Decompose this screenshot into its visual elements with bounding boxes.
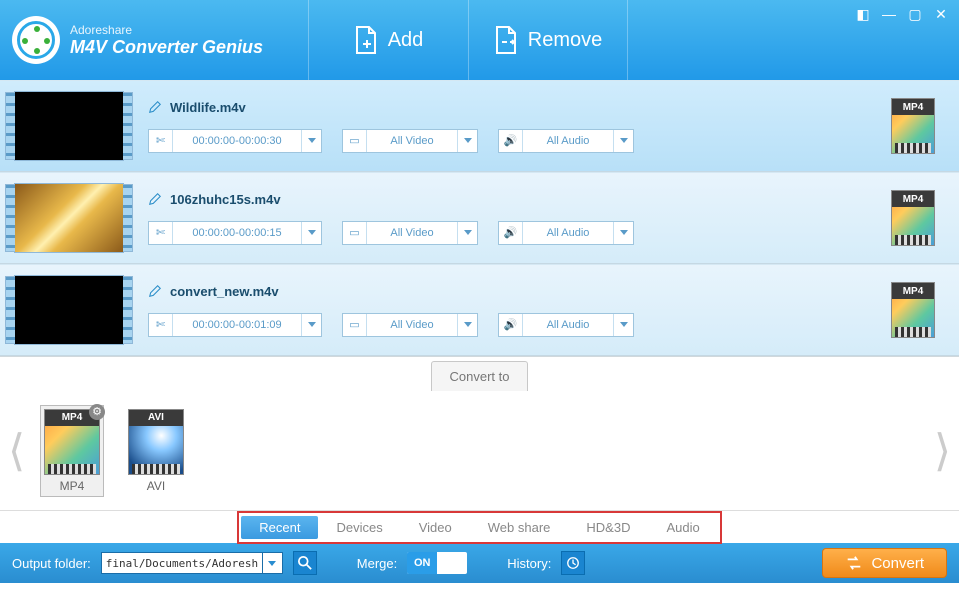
trim-range[interactable]: ✄ 00:00:00-00:00:30 — [148, 129, 322, 153]
app-header: Adoreshare M4V Converter Genius Add Remo… — [0, 0, 959, 80]
add-button-label: Add — [388, 29, 424, 52]
file-name: convert_new.m4v — [170, 284, 279, 299]
edit-icon[interactable] — [148, 284, 162, 298]
trim-range[interactable]: ✄ 00:00:00-00:00:15 — [148, 221, 322, 245]
scissors-icon: ✄ — [149, 222, 173, 244]
output-format-badge[interactable]: MP4 — [891, 98, 935, 154]
audio-dropdown[interactable] — [613, 314, 633, 336]
file-thumbnail[interactable] — [14, 91, 124, 161]
history-label: History: — [507, 556, 551, 571]
video-icon: ▭ — [343, 314, 367, 336]
video-track-select[interactable]: ▭ All Video — [342, 313, 478, 337]
category-tabs: Recent Devices Video Web share HD&3D Aud… — [0, 511, 959, 543]
brand-area: Adoreshare M4V Converter Genius — [0, 16, 308, 64]
footer-bar: Output folder: Merge: ON History: Conver… — [0, 543, 959, 583]
trim-dropdown[interactable] — [301, 314, 321, 336]
scissors-icon: ✄ — [149, 314, 173, 336]
audio-dropdown[interactable] — [613, 130, 633, 152]
tab-webshare[interactable]: Web share — [470, 516, 569, 539]
search-icon — [298, 556, 312, 570]
merge-toggle[interactable]: ON — [407, 552, 467, 574]
format-option-avi[interactable]: AVI AVI — [128, 409, 184, 493]
file-item[interactable]: 106zhuhc15s.m4v ✄ 00:00:00-00:00:15 ▭ Al… — [0, 172, 959, 264]
audio-icon: 🔊 — [499, 130, 523, 152]
minimize-icon[interactable]: — — [881, 6, 897, 22]
clock-icon — [566, 556, 580, 570]
merge-label: Merge: — [357, 556, 397, 571]
file-list: Wildlife.m4v ✄ 00:00:00-00:00:30 ▭ All V… — [0, 80, 959, 357]
video-icon: ▭ — [343, 222, 367, 244]
audio-track-select[interactable]: 🔊 All Audio — [498, 313, 634, 337]
edit-icon[interactable] — [148, 192, 162, 206]
remove-button-label: Remove — [528, 29, 602, 52]
tabs-highlight-box: Recent Devices Video Web share HD&3D Aud… — [237, 511, 721, 544]
video-dropdown[interactable] — [457, 222, 477, 244]
output-format-badge[interactable]: MP4 — [891, 282, 935, 338]
format-label: MP4 — [60, 479, 85, 493]
add-button[interactable]: Add — [308, 0, 468, 80]
video-icon: ▭ — [343, 130, 367, 152]
app-logo-icon — [12, 16, 60, 64]
brand-product: M4V Converter Genius — [70, 37, 263, 58]
maximize-icon[interactable]: ▢ — [907, 6, 923, 22]
scissors-icon: ✄ — [149, 130, 173, 152]
file-item[interactable]: Wildlife.m4v ✄ 00:00:00-00:00:30 ▭ All V… — [0, 80, 959, 172]
edit-icon[interactable] — [148, 100, 162, 114]
video-dropdown[interactable] — [457, 130, 477, 152]
audio-dropdown[interactable] — [613, 222, 633, 244]
output-folder-label: Output folder: — [12, 556, 91, 571]
convert-icon — [845, 554, 863, 572]
remove-file-icon — [494, 26, 518, 54]
trim-dropdown[interactable] — [301, 222, 321, 244]
tab-recent[interactable]: Recent — [241, 516, 318, 539]
feedback-icon[interactable]: ◧ — [855, 6, 871, 22]
video-dropdown[interactable] — [457, 314, 477, 336]
trim-range[interactable]: ✄ 00:00:00-00:01:09 — [148, 313, 322, 337]
audio-icon: 🔊 — [499, 222, 523, 244]
convert-to-bar: Convert to — [0, 357, 959, 391]
close-icon[interactable]: ✕ — [933, 6, 949, 22]
scroll-left-icon[interactable]: ⟨ — [8, 425, 25, 476]
brand-company: Adoreshare — [70, 23, 263, 37]
file-thumbnail[interactable] — [14, 275, 124, 345]
window-controls: ◧ — ▢ ✕ — [855, 6, 949, 22]
tab-video[interactable]: Video — [401, 516, 470, 539]
tab-devices[interactable]: Devices — [318, 516, 400, 539]
history-button[interactable] — [561, 551, 585, 575]
output-folder-dropdown[interactable] — [263, 552, 283, 574]
video-track-select[interactable]: ▭ All Video — [342, 129, 478, 153]
scroll-right-icon[interactable]: ⟩ — [934, 425, 951, 476]
convert-button[interactable]: Convert — [822, 548, 947, 578]
video-track-select[interactable]: ▭ All Video — [342, 221, 478, 245]
output-format-badge[interactable]: MP4 — [891, 190, 935, 246]
format-label: AVI — [147, 479, 165, 493]
audio-icon: 🔊 — [499, 314, 523, 336]
remove-button[interactable]: Remove — [468, 0, 628, 80]
file-thumbnail[interactable] — [14, 183, 124, 253]
format-strip: ⟨ MP4 MP4 AVI AVI ⟩ — [0, 391, 959, 511]
audio-track-select[interactable]: 🔊 All Audio — [498, 129, 634, 153]
trim-dropdown[interactable] — [301, 130, 321, 152]
file-name: 106zhuhc15s.m4v — [170, 192, 281, 207]
browse-folder-button[interactable] — [293, 551, 317, 575]
file-item[interactable]: convert_new.m4v ✄ 00:00:00-00:01:09 ▭ Al… — [0, 264, 959, 356]
format-option-mp4[interactable]: MP4 MP4 — [40, 405, 104, 497]
tab-hd3d[interactable]: HD&3D — [568, 516, 648, 539]
tab-audio[interactable]: Audio — [648, 516, 717, 539]
output-folder-input[interactable] — [101, 552, 263, 574]
audio-track-select[interactable]: 🔊 All Audio — [498, 221, 634, 245]
convert-button-label: Convert — [871, 555, 924, 572]
convert-to-tab[interactable]: Convert to — [431, 361, 529, 391]
file-name: Wildlife.m4v — [170, 100, 246, 115]
add-file-icon — [354, 26, 378, 54]
